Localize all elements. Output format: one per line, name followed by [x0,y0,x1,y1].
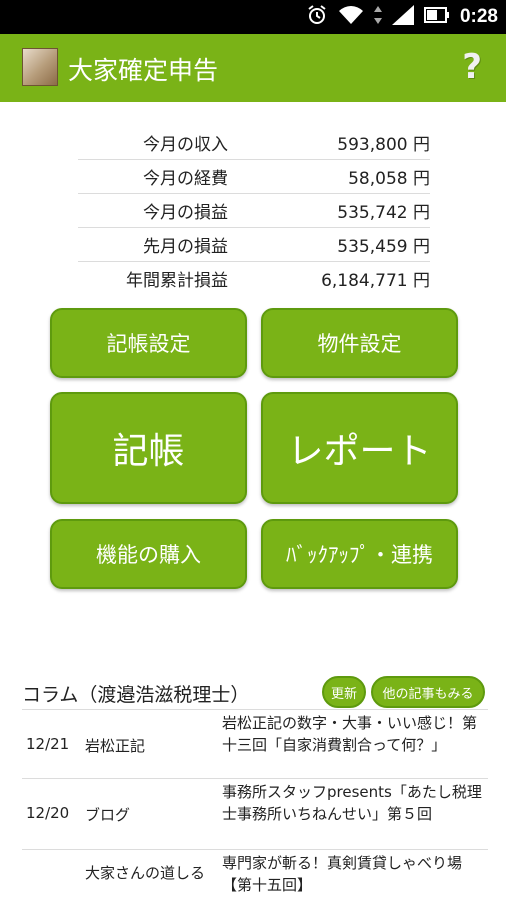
summary-row-last-month: 先月の損益 535,459 円 [78,228,430,262]
property-settings-button[interactable]: 物件設定 [261,308,458,378]
status-bar: 0:28 [0,0,506,34]
summary-value: 58,058 円 [348,169,430,189]
news-title: 専門家が斬る！真剣賃貸しゃべり場【第十五回】 [222,854,463,894]
signal-icon [391,5,414,29]
summary-row-profit: 今月の損益 535,742 円 [78,194,430,228]
list-item[interactable]: 12/20 ブログ 事務所スタッフpresents「あたし税理士事務所いちねんせ… [22,778,488,849]
purchase-features-button[interactable]: 機能の購入 [50,519,247,589]
column-title: コラム（渡邉浩滋税理士） [22,684,250,706]
summary-label: 今月の損益 [143,203,228,223]
news-category: 岩松正記 [85,737,146,755]
news-date: 12/21 [26,735,70,753]
alarm-icon [306,4,328,30]
status-icons: 0:28 [306,0,498,34]
help-button[interactable]: ? [462,47,482,87]
data-arrows-icon [373,5,382,29]
summary-value: 535,459 円 [337,237,430,257]
news-title: 岩松正記の数字・大事・いい感じ！第十三回「自家消費割合って何？」 [222,714,478,754]
battery-icon [423,5,450,29]
summary-value: 593,800 円 [337,135,430,155]
news-category: ブログ [85,806,131,824]
bookkeeping-settings-button[interactable]: 記帳設定 [50,308,247,378]
backup-sync-button[interactable]: ﾊﾞｯｸｱｯﾌﾟ・連携 [261,519,458,589]
summary-label: 年間累計損益 [126,271,228,291]
summary-label: 今月の収入 [143,135,228,155]
summary-value: 535,742 円 [337,203,430,223]
app-title: 大家確定申告 [68,56,219,85]
summary-row-income: 今月の収入 593,800 円 [78,126,430,160]
wifi-icon [338,5,364,29]
app-logo-icon [22,48,58,86]
summary-label: 今月の経費 [143,169,228,189]
summary-label: 先月の損益 [143,237,228,257]
news-title: 事務所スタッフpresents「あたし税理士事務所いちねんせい」第５回 [222,783,482,823]
more-articles-button[interactable]: 他の記事もみる [371,676,485,708]
bookkeeping-button[interactable]: 記帳 [50,392,247,504]
refresh-button[interactable]: 更新 [322,676,366,708]
news-date: 12/20 [26,804,70,822]
news-category: 大家さんの道しる [85,864,206,882]
summary-value: 6,184,771 円 [321,271,430,291]
summary-row-expense: 今月の経費 58,058 円 [78,160,430,194]
app-bar: 大家確定申告 ? [0,34,506,102]
list-item[interactable]: 大家さんの道しる 専門家が斬る！真剣賃貸しゃべり場【第十五回】 [22,849,488,901]
summary-row-annual: 年間累計損益 6,184,771 円 [78,262,430,295]
report-button[interactable]: レポート [261,392,458,504]
summary-table: 今月の収入 593,800 円 今月の経費 58,058 円 今月の損益 535… [78,126,430,295]
status-time: 0:28 [459,6,498,27]
list-item[interactable]: 12/21 岩松正記 岩松正記の数字・大事・いい感じ！第十三回「自家消費割合って… [22,709,488,778]
